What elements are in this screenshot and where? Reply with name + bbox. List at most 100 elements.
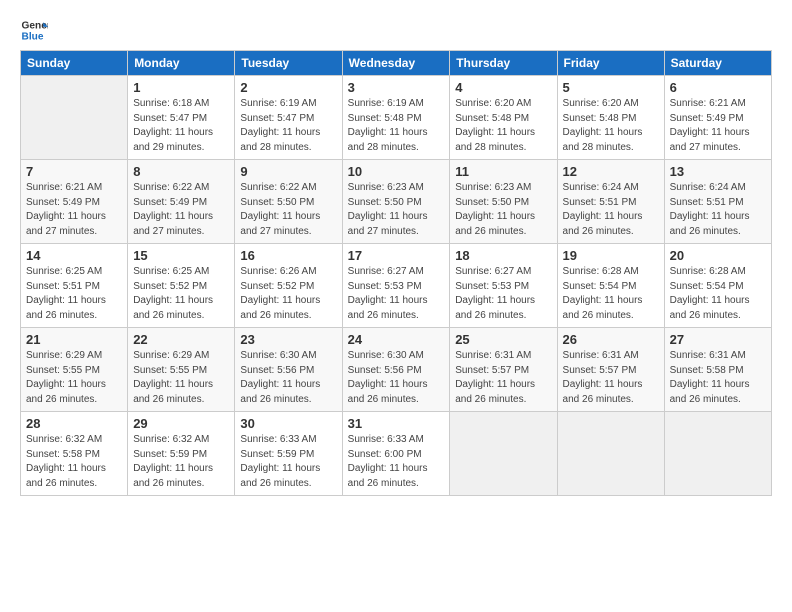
calendar-cell: 22 Sunrise: 6:29 AM Sunset: 5:55 PM Dayli…: [128, 328, 235, 412]
day-number: 10: [348, 164, 445, 179]
logo: General Blue: [20, 16, 48, 44]
day-detail: Sunrise: 6:24 AM Sunset: 5:51 PM Dayligh…: [670, 181, 766, 239]
calendar-cell: [450, 412, 557, 496]
calendar-day-header: Monday: [128, 51, 235, 76]
day-detail: Sunrise: 6:20 AM Sunset: 5:48 PM Dayligh…: [455, 97, 551, 155]
day-detail: Sunrise: 6:23 AM Sunset: 5:50 PM Dayligh…: [348, 181, 445, 239]
calendar-week-row: 14Sunrise: 6:25 AM Sunset: 5:51 PM Dayli…: [21, 244, 772, 328]
calendar-cell: 18Sunrise: 6:27 AM Sunset: 5:53 PM Dayli…: [450, 244, 557, 328]
calendar-cell: 17 Sunrise: 6:27 AM Sunset: 5:53 PM Dayli…: [342, 244, 450, 328]
calendar-day-header: Thursday: [450, 51, 557, 76]
calendar-cell: 4 Sunrise: 6:20 AM Sunset: 5:48 PM Daylig…: [450, 76, 557, 160]
calendar-cell: 6 Sunrise: 6:21 AM Sunset: 5:49 PM Daylig…: [664, 76, 771, 160]
calendar-day-header: Tuesday: [235, 51, 342, 76]
calendar-cell: 30Sunrise: 6:33 AM Sunset: 5:59 PM Dayli…: [235, 412, 342, 496]
day-number: 22: [133, 332, 229, 347]
day-detail: Sunrise: 6:31 AM Sunset: 5:57 PM Dayligh…: [563, 349, 659, 407]
day-number: 6: [670, 80, 766, 95]
logo-icon: General Blue: [20, 16, 48, 44]
day-number: 3: [348, 80, 445, 95]
calendar-cell: 23 Sunrise: 6:30 AM Sunset: 5:56 PM Dayli…: [235, 328, 342, 412]
day-detail: Sunrise: 6:29 AM Sunset: 5:55 PM Dayligh…: [26, 349, 122, 407]
day-detail: Sunrise: 6:32 AM Sunset: 5:59 PM Dayligh…: [133, 433, 229, 491]
calendar-cell: [664, 412, 771, 496]
calendar-cell: 1 Sunrise: 6:18 AM Sunset: 5:47 PM Daylig…: [128, 76, 235, 160]
day-detail: Sunrise: 6:29 AM Sunset: 5:55 PM Dayligh…: [133, 349, 229, 407]
calendar-cell: 27Sunrise: 6:31 AM Sunset: 5:58 PM Dayli…: [664, 328, 771, 412]
calendar-day-header: Wednesday: [342, 51, 450, 76]
svg-text:Blue: Blue: [22, 31, 44, 42]
day-detail: Sunrise: 6:27 AM Sunset: 5:53 PM Dayligh…: [455, 265, 551, 323]
day-detail: Sunrise: 6:30 AM Sunset: 5:56 PM Dayligh…: [348, 349, 445, 407]
calendar-cell: 3 Sunrise: 6:19 AM Sunset: 5:48 PM Daylig…: [342, 76, 450, 160]
calendar-cell: 29 Sunrise: 6:32 AM Sunset: 5:59 PM Dayli…: [128, 412, 235, 496]
calendar-day-header: Friday: [557, 51, 664, 76]
calendar-cell: [557, 412, 664, 496]
calendar-cell: 20 Sunrise: 6:28 AM Sunset: 5:54 PM Dayli…: [664, 244, 771, 328]
calendar-cell: 7Sunrise: 6:21 AM Sunset: 5:49 PM Daylig…: [21, 160, 128, 244]
day-detail: Sunrise: 6:31 AM Sunset: 5:57 PM Dayligh…: [455, 349, 551, 407]
day-detail: Sunrise: 6:21 AM Sunset: 5:49 PM Dayligh…: [26, 181, 122, 239]
day-detail: Sunrise: 6:33 AM Sunset: 6:00 PM Dayligh…: [348, 433, 445, 491]
day-detail: Sunrise: 6:18 AM Sunset: 5:47 PM Dayligh…: [133, 97, 229, 155]
calendar-cell: 24 Sunrise: 6:30 AM Sunset: 5:56 PM Dayli…: [342, 328, 450, 412]
calendar-cell: 9 Sunrise: 6:22 AM Sunset: 5:50 PM Daylig…: [235, 160, 342, 244]
day-number: 24: [348, 332, 445, 347]
calendar-cell: 14Sunrise: 6:25 AM Sunset: 5:51 PM Dayli…: [21, 244, 128, 328]
day-detail: Sunrise: 6:27 AM Sunset: 5:53 PM Dayligh…: [348, 265, 445, 323]
calendar-cell: 10 Sunrise: 6:23 AM Sunset: 5:50 PM Dayli…: [342, 160, 450, 244]
day-detail: Sunrise: 6:28 AM Sunset: 5:54 PM Dayligh…: [670, 265, 766, 323]
day-number: 21: [26, 332, 122, 347]
calendar-cell: 15 Sunrise: 6:25 AM Sunset: 5:52 PM Dayli…: [128, 244, 235, 328]
calendar-cell: 2Sunrise: 6:19 AM Sunset: 5:47 PM Daylig…: [235, 76, 342, 160]
day-detail: Sunrise: 6:31 AM Sunset: 5:58 PM Dayligh…: [670, 349, 766, 407]
day-number: 8: [133, 164, 229, 179]
day-detail: Sunrise: 6:22 AM Sunset: 5:50 PM Dayligh…: [240, 181, 336, 239]
day-detail: Sunrise: 6:26 AM Sunset: 5:52 PM Dayligh…: [240, 265, 336, 323]
calendar-cell: 5Sunrise: 6:20 AM Sunset: 5:48 PM Daylig…: [557, 76, 664, 160]
calendar-cell: 28Sunrise: 6:32 AM Sunset: 5:58 PM Dayli…: [21, 412, 128, 496]
day-number: 4: [455, 80, 551, 95]
day-number: 25: [455, 332, 551, 347]
day-number: 14: [26, 248, 122, 263]
calendar-cell: [21, 76, 128, 160]
day-number: 16: [240, 248, 336, 263]
calendar-header-row: SundayMondayTuesdayWednesdayThursdayFrid…: [21, 51, 772, 76]
day-number: 12: [563, 164, 659, 179]
header: General Blue: [20, 16, 772, 44]
day-detail: Sunrise: 6:30 AM Sunset: 5:56 PM Dayligh…: [240, 349, 336, 407]
calendar-day-header: Saturday: [664, 51, 771, 76]
day-number: 19: [563, 248, 659, 263]
day-detail: Sunrise: 6:20 AM Sunset: 5:48 PM Dayligh…: [563, 97, 659, 155]
day-detail: Sunrise: 6:19 AM Sunset: 5:48 PM Dayligh…: [348, 97, 445, 155]
day-number: 29: [133, 416, 229, 431]
day-number: 17: [348, 248, 445, 263]
day-number: 15: [133, 248, 229, 263]
calendar-table: SundayMondayTuesdayWednesdayThursdayFrid…: [20, 50, 772, 496]
day-detail: Sunrise: 6:32 AM Sunset: 5:58 PM Dayligh…: [26, 433, 122, 491]
day-number: 1: [133, 80, 229, 95]
calendar-cell: 25 Sunrise: 6:31 AM Sunset: 5:57 PM Dayli…: [450, 328, 557, 412]
day-detail: Sunrise: 6:23 AM Sunset: 5:50 PM Dayligh…: [455, 181, 551, 239]
day-number: 2: [240, 80, 336, 95]
calendar-cell: 12 Sunrise: 6:24 AM Sunset: 5:51 PM Dayli…: [557, 160, 664, 244]
day-number: 9: [240, 164, 336, 179]
calendar-cell: 26Sunrise: 6:31 AM Sunset: 5:57 PM Dayli…: [557, 328, 664, 412]
day-detail: Sunrise: 6:28 AM Sunset: 5:54 PM Dayligh…: [563, 265, 659, 323]
calendar-week-row: 1 Sunrise: 6:18 AM Sunset: 5:47 PM Daylig…: [21, 76, 772, 160]
calendar-cell: 11Sunrise: 6:23 AM Sunset: 5:50 PM Dayli…: [450, 160, 557, 244]
calendar-cell: 21 Sunrise: 6:29 AM Sunset: 5:55 PM Dayli…: [21, 328, 128, 412]
day-number: 13: [670, 164, 766, 179]
calendar-cell: 16 Sunrise: 6:26 AM Sunset: 5:52 PM Dayli…: [235, 244, 342, 328]
day-detail: Sunrise: 6:25 AM Sunset: 5:52 PM Dayligh…: [133, 265, 229, 323]
day-detail: Sunrise: 6:24 AM Sunset: 5:51 PM Dayligh…: [563, 181, 659, 239]
day-number: 20: [670, 248, 766, 263]
calendar-day-header: Sunday: [21, 51, 128, 76]
calendar-cell: 13 Sunrise: 6:24 AM Sunset: 5:51 PM Dayli…: [664, 160, 771, 244]
day-number: 23: [240, 332, 336, 347]
day-detail: Sunrise: 6:33 AM Sunset: 5:59 PM Dayligh…: [240, 433, 336, 491]
calendar-week-row: 21 Sunrise: 6:29 AM Sunset: 5:55 PM Dayli…: [21, 328, 772, 412]
day-detail: Sunrise: 6:21 AM Sunset: 5:49 PM Dayligh…: [670, 97, 766, 155]
page: General Blue SundayMondayTuesdayWednesda…: [0, 0, 792, 506]
calendar-cell: 31Sunrise: 6:33 AM Sunset: 6:00 PM Dayli…: [342, 412, 450, 496]
